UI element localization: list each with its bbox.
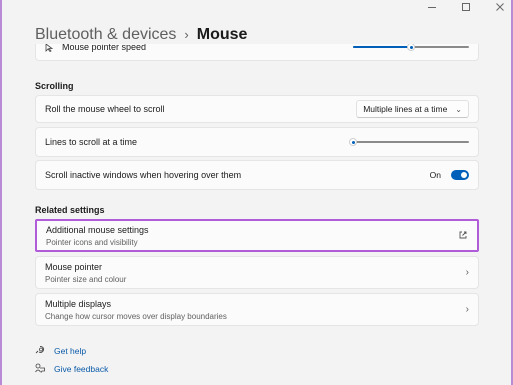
scrolling-heading: Scrolling xyxy=(35,81,74,91)
inactive-scroll-toggle-group: On xyxy=(430,170,469,180)
feedback-icon xyxy=(35,363,45,375)
breadcrumb-separator: › xyxy=(184,27,189,42)
chevron-right-icon: › xyxy=(465,267,469,278)
get-help-label: Get help xyxy=(54,346,87,356)
additional-mouse-settings-card[interactable]: Additional mouse settings Pointer icons … xyxy=(35,219,479,252)
get-help-link[interactable]: Get help xyxy=(35,345,86,357)
minimize-button[interactable] xyxy=(427,2,437,12)
inactive-scroll-card: Scroll inactive windows when hovering ov… xyxy=(35,160,479,190)
wheel-scroll-card: Roll the mouse wheel to scroll Multiple … xyxy=(35,95,479,123)
chevron-down-icon: ⌄ xyxy=(455,104,462,114)
chevron-right-icon: › xyxy=(465,304,469,315)
multiple-displays-subtitle: Change how cursor moves over display bou… xyxy=(45,311,227,321)
page-title: Mouse xyxy=(196,26,248,43)
multiple-displays-title: Multiple displays xyxy=(45,298,112,309)
lines-scroll-card: Lines to scroll at a time xyxy=(35,127,479,157)
mouse-pointer-card[interactable]: Mouse pointer Pointer size and colour › xyxy=(35,256,479,289)
lines-scroll-label: Lines to scroll at a time xyxy=(45,137,138,147)
wheel-scroll-label: Roll the mouse wheel to scroll xyxy=(45,104,165,114)
settings-window: Bluetooth & devices › Mouse Mouse pointe… xyxy=(0,0,513,385)
additional-mouse-settings-title: Additional mouse settings xyxy=(46,224,149,235)
pointer-icon xyxy=(45,44,54,52)
close-button[interactable] xyxy=(495,2,505,12)
multiple-displays-card[interactable]: Multiple displays Change how cursor move… xyxy=(35,293,479,326)
titlebar-controls xyxy=(427,0,505,14)
wheel-scroll-dropdown[interactable]: Multiple lines at a time ⌄ xyxy=(356,100,469,118)
give-feedback-label: Give feedback xyxy=(54,364,109,374)
pointer-speed-label: Mouse pointer speed xyxy=(62,44,147,52)
breadcrumb-parent[interactable]: Bluetooth & devices xyxy=(35,25,176,45)
related-settings-heading: Related settings xyxy=(35,205,105,215)
help-icon xyxy=(35,345,45,357)
pointer-speed-slider[interactable] xyxy=(353,44,469,51)
mouse-pointer-title: Mouse pointer xyxy=(45,261,103,272)
settings-content: Mouse pointer speed Scrolling Roll the m… xyxy=(35,44,479,385)
inactive-scroll-toggle[interactable] xyxy=(451,170,469,180)
additional-mouse-settings-subtitle: Pointer icons and visibility xyxy=(46,237,138,247)
maximize-button[interactable] xyxy=(461,2,471,12)
inactive-scroll-label: Scroll inactive windows when hovering ov… xyxy=(45,170,242,180)
breadcrumb: Bluetooth & devices › Mouse xyxy=(35,25,247,45)
toggle-state-label: On xyxy=(429,170,441,180)
open-external-icon xyxy=(458,227,468,245)
wheel-scroll-value: Multiple lines at a time xyxy=(363,104,448,114)
mouse-pointer-subtitle: Pointer size and colour xyxy=(45,274,127,284)
pointer-speed-card: Mouse pointer speed xyxy=(35,44,479,61)
lines-scroll-slider[interactable] xyxy=(349,138,469,146)
give-feedback-link[interactable]: Give feedback xyxy=(35,363,108,375)
